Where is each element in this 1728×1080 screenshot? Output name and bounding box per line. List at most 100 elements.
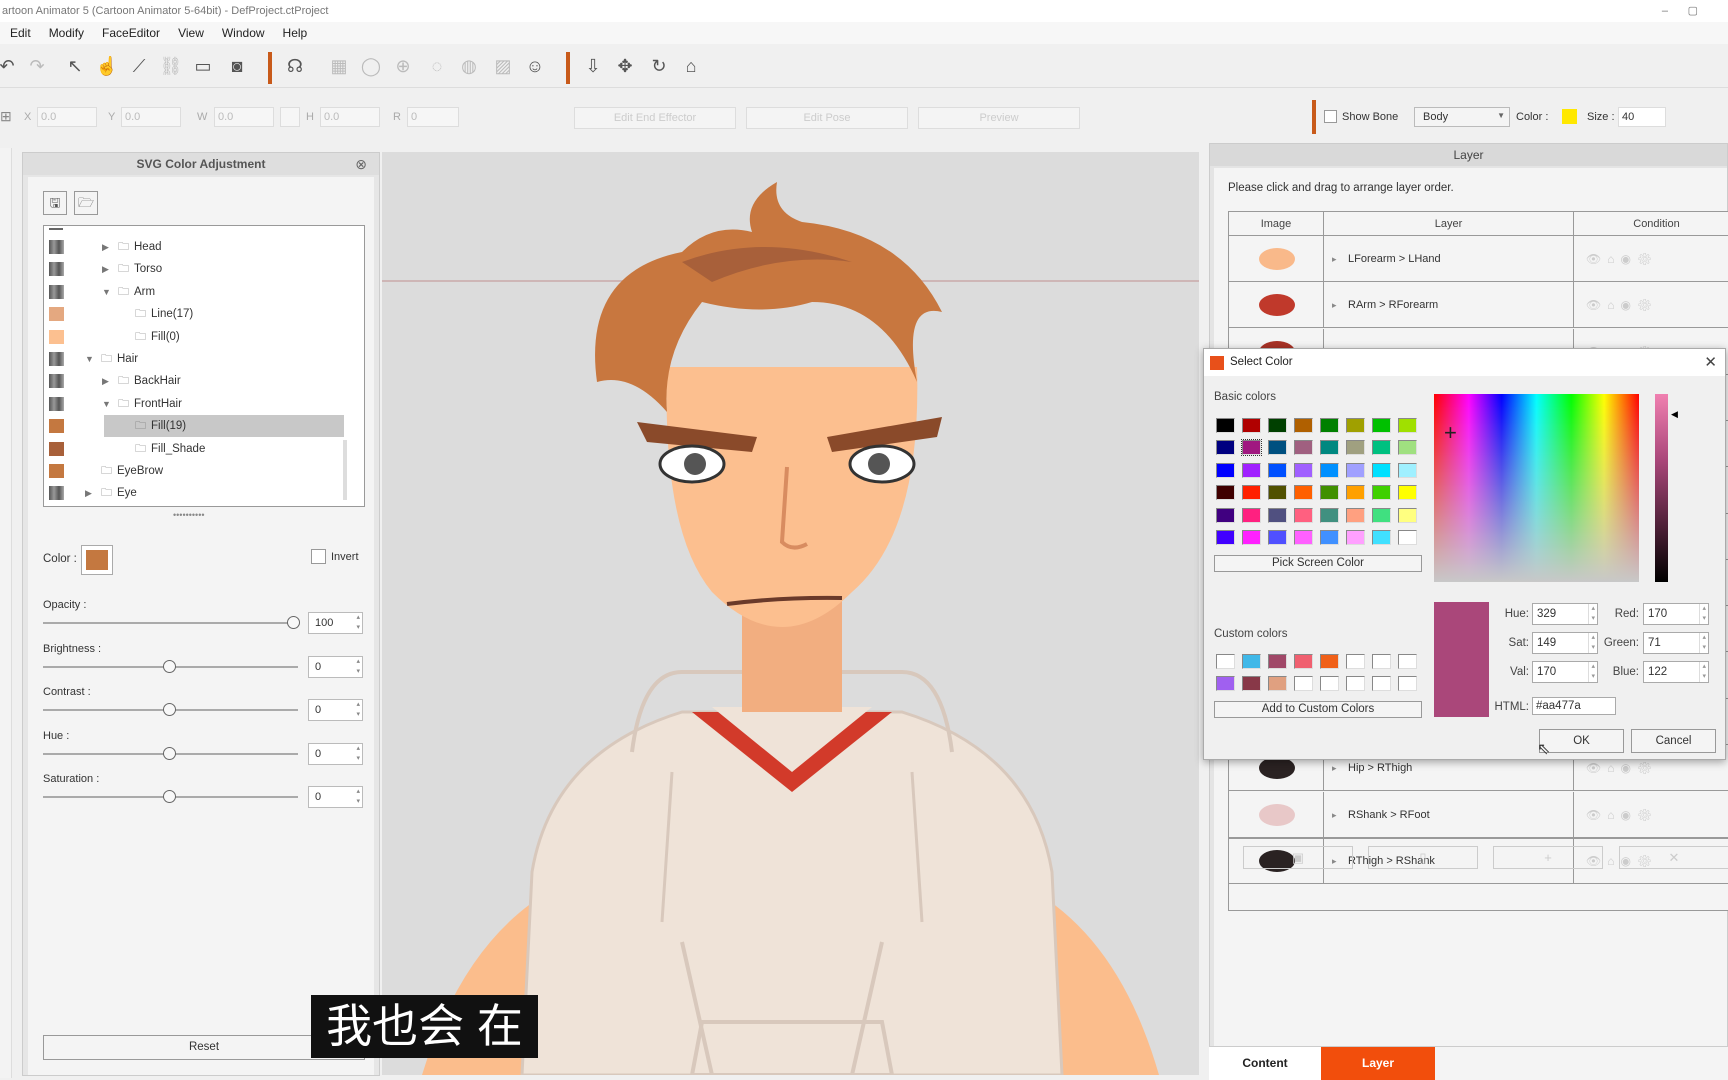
add-to-custom-colors-button[interactable]: Add to Custom Colors <box>1214 701 1422 718</box>
basic-color-swatch[interactable] <box>1242 418 1261 433</box>
basic-color-swatch[interactable] <box>1216 485 1235 501</box>
slider-thumb[interactable] <box>163 746 176 760</box>
w-field[interactable]: 0.0 <box>214 107 274 127</box>
basic-color-swatch[interactable] <box>1268 485 1287 501</box>
basic-color-swatch[interactable] <box>1398 462 1417 478</box>
basic-color-swatch[interactable] <box>1320 507 1339 523</box>
basic-color-swatch[interactable] <box>1242 507 1261 523</box>
tree-item[interactable]: ▶ 🗀 Head <box>44 236 344 258</box>
slider-value-field[interactable]: 0 <box>308 699 363 722</box>
menu-edit[interactable]: Edit <box>10 26 31 40</box>
basic-color-swatch[interactable] <box>1294 440 1313 456</box>
value-slider[interactable] <box>1655 394 1668 582</box>
basic-color-swatch[interactable] <box>1372 485 1391 501</box>
menu-modify[interactable]: Modify <box>49 26 84 40</box>
size-field[interactable]: 40 <box>1618 107 1666 127</box>
y-field[interactable]: 0.0 <box>121 107 181 127</box>
basic-color-swatch[interactable] <box>1216 507 1235 523</box>
bone-color-swatch[interactable] <box>1562 109 1577 124</box>
camera-icon[interactable]: ◙ <box>224 56 250 77</box>
basic-color-swatch[interactable] <box>1268 440 1287 456</box>
bone-select[interactable]: Body ▼ <box>1414 107 1510 127</box>
slider-value-field[interactable]: 0 <box>308 742 363 765</box>
home-icon[interactable]: ⌂ <box>678 56 704 77</box>
move-pivot-icon[interactable]: ⇩ <box>580 56 606 77</box>
tree-item[interactable]: ▶ 🗀 Torso <box>44 258 344 280</box>
red-field[interactable]: 170 <box>1643 603 1709 625</box>
menu-help[interactable]: Help <box>283 26 308 40</box>
rotate-icon[interactable]: ↻ <box>646 56 672 77</box>
custom-color-swatch[interactable] <box>1320 676 1339 692</box>
basic-color-swatch[interactable] <box>1268 507 1287 523</box>
stage-canvas[interactable] <box>382 152 1199 1075</box>
basic-color-swatch[interactable] <box>1268 530 1287 545</box>
custom-color-swatch[interactable] <box>1372 654 1391 669</box>
caret-down-icon[interactable]: ▼ <box>102 393 111 415</box>
move-icon[interactable]: ✥ <box>612 56 638 77</box>
layer-condition-icons[interactable]: 👁⌂◉⚙ <box>1574 282 1728 328</box>
basic-color-swatch[interactable] <box>1294 418 1313 433</box>
green-field[interactable]: 71 <box>1643 632 1709 654</box>
basic-color-swatch[interactable] <box>1346 418 1365 433</box>
basic-color-swatch[interactable] <box>1294 485 1313 501</box>
svg-tree[interactable]: ▶ 🗀 Head ▶ 🗀 Torso ▼ 🗀 Arm 🗀 Line(17) 🗀 Fill(0) ▼ 🗀 Hai… <box>43 225 365 507</box>
basic-color-swatch[interactable] <box>1216 462 1235 478</box>
tab-layer[interactable]: Layer <box>1321 1047 1435 1080</box>
basic-color-swatch[interactable] <box>1372 530 1391 545</box>
basic-color-swatch[interactable] <box>1216 530 1235 545</box>
tree-item[interactable]: 🗀 Fill_Shade <box>44 438 344 460</box>
custom-color-swatch[interactable] <box>1346 676 1365 692</box>
basic-color-swatch[interactable] <box>1398 530 1417 545</box>
slider-value-field[interactable]: 100 <box>308 612 363 634</box>
tree-item[interactable]: 🗀 Fill(0) <box>44 326 344 348</box>
column-header-condition[interactable]: Condition <box>1574 212 1728 236</box>
undo-icon[interactable]: ↶ <box>0 56 20 77</box>
custom-color-swatch[interactable] <box>1294 654 1313 669</box>
column-header-image[interactable]: Image <box>1229 212 1324 236</box>
tree-item[interactable]: 🗀 Line(17) <box>44 303 344 325</box>
tree-item[interactable]: 🗀 Fill(19) <box>49 415 344 438</box>
caret-right-icon[interactable]: ▶ <box>102 370 109 392</box>
h-field[interactable]: 0.0 <box>320 107 380 127</box>
tab-content[interactable]: Content <box>1209 1047 1321 1080</box>
caret-down-icon[interactable]: ▼ <box>85 348 94 370</box>
basic-color-swatch[interactable] <box>1398 485 1417 501</box>
edit-pose-button[interactable]: Edit Pose <box>746 107 908 129</box>
face-reset-icon[interactable]: ☺ <box>522 56 548 77</box>
grid-icon[interactable]: ▦ <box>326 56 352 77</box>
basic-color-swatch[interactable] <box>1372 418 1391 433</box>
new-group-button[interactable]: ▣ <box>1243 846 1353 869</box>
basic-color-swatch[interactable] <box>1398 507 1417 523</box>
basic-color-swatch[interactable] <box>1294 507 1313 523</box>
custom-color-swatch[interactable] <box>1372 676 1391 692</box>
mask-icon[interactable]: ▨ <box>490 56 516 77</box>
layer-row[interactable]: LForearm > LHand👁⌂◉⚙ <box>1229 236 1728 282</box>
basic-color-swatch[interactable] <box>1294 530 1313 545</box>
custom-color-swatch[interactable] <box>1398 654 1417 669</box>
basic-color-swatch[interactable] <box>1320 440 1339 456</box>
folder-open-icon[interactable]: 🗁 <box>74 191 98 215</box>
slider-track[interactable] <box>43 790 298 804</box>
custom-color-swatch[interactable] <box>1216 654 1235 669</box>
layer-row[interactable]: RArm > RForearm👁⌂◉⚙ <box>1229 282 1728 329</box>
add-button[interactable]: + <box>1493 846 1603 869</box>
resize-grip[interactable]: •••••••••• <box>173 510 205 520</box>
menu-window[interactable]: Window <box>222 26 265 40</box>
slider-value-field[interactable]: 0 <box>308 786 363 809</box>
select-arrow-icon[interactable]: ↖ <box>62 56 88 77</box>
basic-color-swatch[interactable] <box>1372 462 1391 478</box>
show-bone-checkbox[interactable] <box>1324 110 1337 123</box>
slider-thumb[interactable] <box>163 703 176 717</box>
basic-color-swatch[interactable] <box>1242 462 1261 478</box>
caret-right-icon[interactable]: ▶ <box>102 236 109 258</box>
slider-track[interactable] <box>43 659 298 673</box>
basic-color-swatch[interactable] <box>1294 462 1313 478</box>
lock-ratio-button[interactable] <box>280 107 300 127</box>
copy-button[interactable]: ▯ <box>1368 846 1478 869</box>
hue-field[interactable]: 329 <box>1532 603 1598 625</box>
image-icon[interactable]: ▭ <box>190 56 216 77</box>
caret-right-icon[interactable]: ▶ <box>102 258 109 280</box>
basic-color-swatch[interactable] <box>1268 418 1287 433</box>
hue-saturation-spectrum[interactable]: + <box>1434 394 1639 582</box>
invert-checkbox[interactable] <box>311 549 326 564</box>
